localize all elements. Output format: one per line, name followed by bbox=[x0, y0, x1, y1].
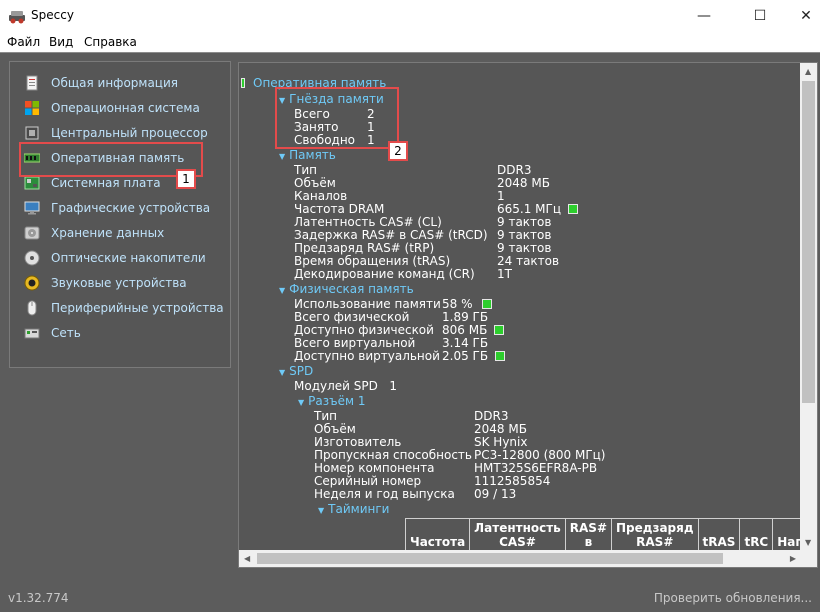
menu-bar: Файл Вид Справка bbox=[0, 32, 820, 52]
sidebar-item-graphics[interactable]: Графические устройства bbox=[24, 198, 210, 218]
maximize-icon: ☐ bbox=[753, 8, 767, 24]
close-icon: ✕ bbox=[800, 8, 812, 24]
usage-indicator-icon bbox=[482, 299, 493, 309]
section-title: Разъём 1 bbox=[308, 394, 366, 408]
sidebar-item-label: Общая информация bbox=[51, 76, 178, 90]
slot-value: 09 / 13 bbox=[474, 487, 517, 501]
memory-value: 1T bbox=[497, 267, 512, 281]
motherboard-icon bbox=[24, 176, 40, 190]
sidebar-item-summary[interactable]: Общая информация bbox=[24, 73, 178, 93]
scroll-down-icon[interactable]: ▼ bbox=[805, 538, 811, 547]
section-title: Тайминги bbox=[328, 502, 390, 516]
sidebar-item-network[interactable]: Сеть bbox=[24, 323, 81, 343]
sidebar-item-optical[interactable]: Оптические накопители bbox=[24, 248, 206, 268]
physical-value: 2.05 ГБ bbox=[442, 350, 505, 363]
sidebar-item-label: Хранение данных bbox=[51, 226, 165, 240]
sidebar-item-audio[interactable]: Звуковые устройства bbox=[24, 273, 187, 293]
table-header-cell: Предзаряд RAS# bbox=[611, 518, 699, 551]
check-updates-link[interactable]: Проверить обновления... bbox=[654, 591, 812, 605]
sidebar-item-label: Сеть bbox=[51, 326, 81, 340]
memory-key: Декодирование команд (CR) bbox=[294, 267, 475, 281]
cpu-icon bbox=[25, 126, 39, 140]
version-label: v1.32.774 bbox=[8, 591, 69, 605]
table-header-cell: Частота bbox=[404, 518, 471, 551]
virtual-indicator-icon bbox=[494, 351, 505, 361]
collapse-arrow-icon: ▼ bbox=[279, 152, 286, 161]
callout-badge-1: 1 bbox=[176, 169, 196, 189]
table-header-row: Частота Латентность CAS# RAS# в Предзаря… bbox=[404, 518, 801, 551]
close-button[interactable]: ✕ bbox=[783, 0, 820, 32]
callout-box-2 bbox=[275, 87, 399, 149]
sidebar-item-label: Центральный процессор bbox=[51, 126, 208, 140]
table-header-cell: Латентность CAS# bbox=[469, 518, 566, 551]
section-title: Физическая память bbox=[289, 282, 414, 296]
slot-key: Неделя и год выпуска bbox=[314, 487, 455, 501]
collapse-arrow-icon: ▼ bbox=[298, 398, 305, 407]
callout-badge-2: 2 bbox=[388, 141, 408, 161]
title-bar: Speccy — ☐ ✕ bbox=[0, 0, 820, 32]
vertical-scrollbar[interactable]: ▲ ▼ bbox=[800, 63, 817, 551]
collapse-arrow-icon: ▼ bbox=[279, 286, 286, 295]
memory-value: 2048 МБ bbox=[497, 176, 550, 190]
timings-table: Частота Латентность CAS# RAS# в Предзаря… bbox=[404, 518, 801, 551]
table-header-cell: RAS# в bbox=[564, 518, 613, 551]
mouse-icon bbox=[27, 300, 37, 316]
scroll-right-icon[interactable]: ▶ bbox=[790, 554, 796, 563]
table-header-cell: tRAS bbox=[697, 518, 741, 551]
sidebar: Общая информация Операционная система Це… bbox=[9, 61, 231, 368]
hdd-icon bbox=[24, 226, 40, 240]
sidebar-item-peripherals[interactable]: Периферийные устройства bbox=[24, 298, 224, 318]
memory-header[interactable]: ▼ Память bbox=[279, 149, 336, 163]
section-title: Память bbox=[289, 148, 336, 162]
status-bar: v1.32.774 Проверить обновления... bbox=[0, 583, 820, 612]
available-indicator-icon bbox=[494, 325, 505, 335]
sidebar-item-storage[interactable]: Хранение данных bbox=[24, 223, 164, 243]
network-icon bbox=[24, 328, 40, 339]
menu-help[interactable]: Справка bbox=[84, 35, 137, 49]
section-marker-icon bbox=[241, 78, 245, 88]
scrollbar-corner bbox=[800, 550, 817, 567]
spd-slot-header[interactable]: ▼ Разъём 1 bbox=[298, 395, 366, 409]
sidebar-item-label: Периферийные устройства bbox=[51, 301, 224, 315]
table-header-cell: tRC bbox=[739, 518, 774, 551]
menu-file[interactable]: Файл bbox=[7, 35, 40, 49]
vertical-scroll-thumb[interactable] bbox=[802, 81, 815, 403]
timings-header[interactable]: ▼ Тайминги bbox=[318, 503, 389, 517]
scroll-left-icon[interactable]: ◀ bbox=[244, 554, 250, 563]
window-title: Speccy bbox=[31, 8, 74, 22]
physical-memory-header[interactable]: ▼ Физическая память bbox=[279, 283, 414, 297]
spd-header[interactable]: ▼ SPD bbox=[279, 365, 313, 379]
physical-key: Доступно виртуальной bbox=[294, 349, 440, 363]
menu-view[interactable]: Вид bbox=[49, 35, 73, 49]
collapse-arrow-icon: ▼ bbox=[279, 368, 286, 377]
sidebar-item-cpu[interactable]: Центральный процессор bbox=[24, 123, 208, 143]
windows-icon bbox=[25, 101, 39, 115]
speaker-icon bbox=[24, 275, 40, 291]
sidebar-item-label: Операционная система bbox=[51, 101, 200, 115]
summary-icon bbox=[26, 75, 38, 91]
optical-disc-icon bbox=[24, 250, 40, 266]
sidebar-item-os[interactable]: Операционная система bbox=[24, 98, 200, 118]
sidebar-item-label: Оптические накопители bbox=[51, 251, 206, 265]
sidebar-item-label: Графические устройства bbox=[51, 201, 211, 215]
collapse-arrow-icon: ▼ bbox=[318, 506, 325, 515]
speccy-logo-icon bbox=[9, 11, 25, 24]
monitor-icon bbox=[24, 201, 40, 215]
horizontal-scrollbar[interactable]: ◀ ▶ bbox=[239, 550, 801, 567]
table-header-cell: Напр bbox=[772, 518, 801, 551]
spd-modules: Модулей SPD 1 bbox=[294, 379, 397, 393]
sidebar-item-label: Системная плата bbox=[51, 176, 161, 190]
horizontal-scroll-thumb[interactable] bbox=[257, 553, 723, 564]
minimize-button[interactable]: — bbox=[681, 0, 727, 32]
section-title: SPD bbox=[289, 364, 314, 378]
maximize-button[interactable]: ☐ bbox=[737, 0, 783, 32]
sidebar-item-label: Звуковые устройства bbox=[51, 276, 187, 290]
scroll-up-icon[interactable]: ▲ bbox=[805, 67, 811, 76]
minimize-icon: — bbox=[697, 8, 711, 24]
frequency-indicator-icon bbox=[567, 204, 578, 214]
